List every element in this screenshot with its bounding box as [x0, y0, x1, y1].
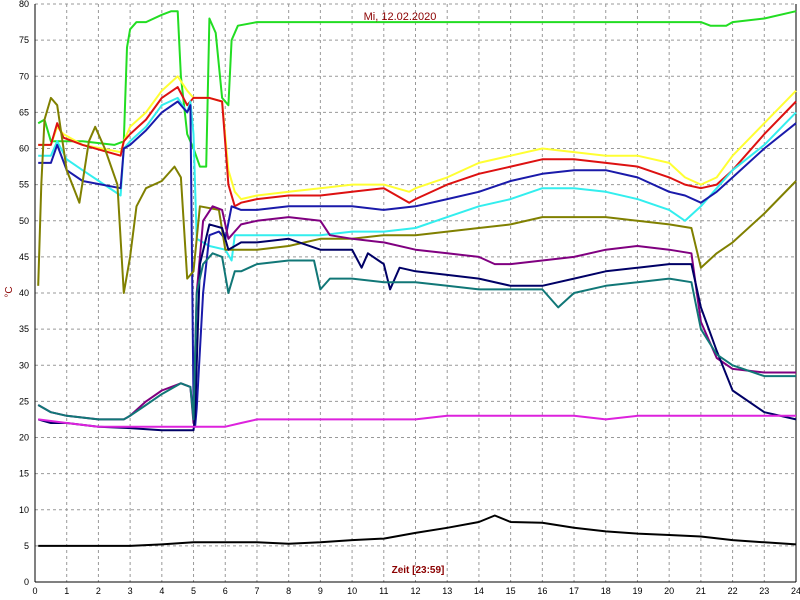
y-tick-label: 5	[24, 541, 29, 551]
x-tick-label: 6	[223, 586, 228, 596]
x-tick-label: 11	[379, 586, 388, 596]
x-tick-label: 4	[159, 586, 164, 596]
temperature-chart: 051015202530354045505560657075800 1 2 3 4 5 6 7…	[0, 0, 800, 600]
x-tick-label: 19	[632, 586, 642, 596]
y-tick-label: 55	[19, 180, 29, 190]
x-tick-label: 23	[759, 586, 769, 596]
x-tick-label: 21	[696, 586, 706, 596]
y-tick-label: 75	[19, 35, 29, 45]
y-tick-label: 45	[19, 252, 29, 262]
x-tick-label: 8	[286, 586, 291, 596]
y-tick-label: 30	[19, 360, 29, 370]
x-tick-label: 9	[318, 586, 323, 596]
x-tick-label: 18	[601, 586, 611, 596]
x-tick-label: 3	[128, 586, 133, 596]
y-tick-label: 65	[19, 107, 29, 117]
x-tick-label: 5	[191, 586, 196, 596]
x-axis-label: Zeit [23:59]	[392, 565, 445, 576]
x-tick-label: 14	[474, 586, 484, 596]
x-tick-label: 1	[64, 586, 69, 596]
y-axis-label: °C	[4, 286, 15, 297]
x-tick-label: 0	[32, 586, 37, 596]
y-tick-label: 70	[19, 71, 29, 81]
x-tick-label: 2	[96, 586, 101, 596]
y-tick-label: 20	[19, 433, 29, 443]
x-tick-label: 17	[569, 586, 579, 596]
y-tick-label: 50	[19, 216, 29, 226]
x-tick-label: 24	[791, 586, 800, 596]
x-tick-label: 20	[664, 586, 674, 596]
x-tick-label: 12	[410, 586, 420, 596]
y-tick-label: 10	[19, 505, 29, 515]
y-tick-label: 40	[19, 288, 29, 298]
y-tick-label: 35	[19, 324, 29, 334]
x-tick-label: 22	[728, 586, 738, 596]
x-tick-label: 15	[506, 586, 516, 596]
x-tick-label: 7	[254, 586, 259, 596]
y-tick-label: 60	[19, 144, 29, 154]
x-tick-label: 16	[537, 586, 547, 596]
y-tick-label: 15	[19, 469, 29, 479]
y-tick-label: 25	[19, 396, 29, 406]
x-tick-label: 13	[442, 586, 452, 596]
x-tick-label: 10	[347, 586, 357, 596]
y-tick-label: 80	[19, 0, 29, 9]
y-tick-label: 0	[24, 577, 29, 587]
chart-title: Mi, 12.02.2020	[364, 11, 437, 23]
